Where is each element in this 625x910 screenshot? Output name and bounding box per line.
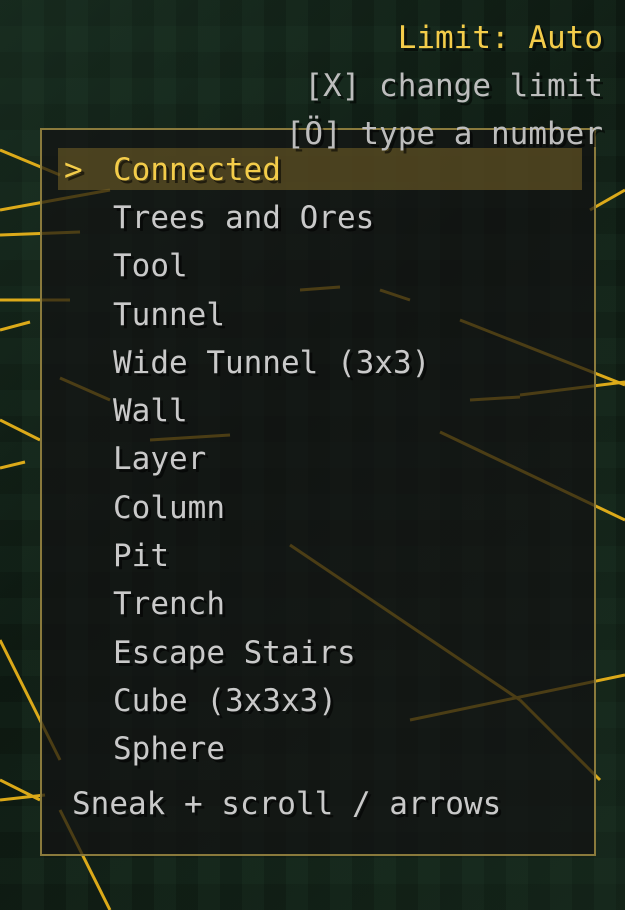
- mode-item-label: Tunnel: [113, 296, 225, 333]
- mode-item-tunnel[interactable]: Tunnel: [58, 293, 582, 341]
- mode-item-trees-and-ores[interactable]: Trees and Ores: [58, 196, 582, 244]
- mode-item-label: Pit: [113, 538, 169, 575]
- controls-hint: Sneak + scroll / arrows: [72, 786, 502, 822]
- mode-item-wide-tunnel[interactable]: Wide Tunnel (3x3): [58, 341, 582, 389]
- mode-item-label: Tool: [113, 248, 188, 285]
- mode-item-wall[interactable]: Wall: [58, 389, 582, 437]
- limit-status: Limit: Auto: [397, 20, 603, 56]
- mode-item-label: Sphere: [113, 731, 225, 768]
- mode-item-label: Connected: [113, 152, 281, 188]
- mode-item-cube[interactable]: Cube (3x3x3): [58, 679, 582, 727]
- mode-item-tool[interactable]: Tool: [58, 244, 582, 292]
- mode-item-label: Wide Tunnel (3x3): [113, 344, 431, 381]
- mode-item-sphere[interactable]: Sphere: [58, 727, 582, 775]
- mode-item-label: Escape Stairs: [113, 634, 356, 671]
- mode-list: > Connected Trees and Ores Tool Tunnel W…: [58, 148, 582, 776]
- mode-item-column[interactable]: Column: [58, 486, 582, 534]
- mode-item-trench[interactable]: Trench: [58, 582, 582, 630]
- mode-item-label: Column: [113, 489, 225, 526]
- mining-mode-menu: > Connected Trees and Ores Tool Tunnel W…: [40, 128, 596, 856]
- change-limit-hint: [X] change limit: [304, 68, 603, 104]
- mode-item-pit[interactable]: Pit: [58, 534, 582, 582]
- mode-item-label: Wall: [113, 393, 188, 430]
- mode-item-layer[interactable]: Layer: [58, 437, 582, 485]
- mode-item-label: Trees and Ores: [113, 200, 375, 236]
- type-number-hint: [Ö] type a number: [285, 116, 603, 152]
- mode-item-escape-stairs[interactable]: Escape Stairs: [58, 631, 582, 679]
- mode-item-label: Cube (3x3x3): [113, 682, 337, 719]
- mode-item-label: Layer: [113, 441, 207, 478]
- mode-item-label: Trench: [113, 586, 225, 623]
- selection-cursor-icon: >: [64, 152, 83, 188]
- limit-hud: Limit: Auto [X] change limit [Ö] type a …: [286, 14, 603, 158]
